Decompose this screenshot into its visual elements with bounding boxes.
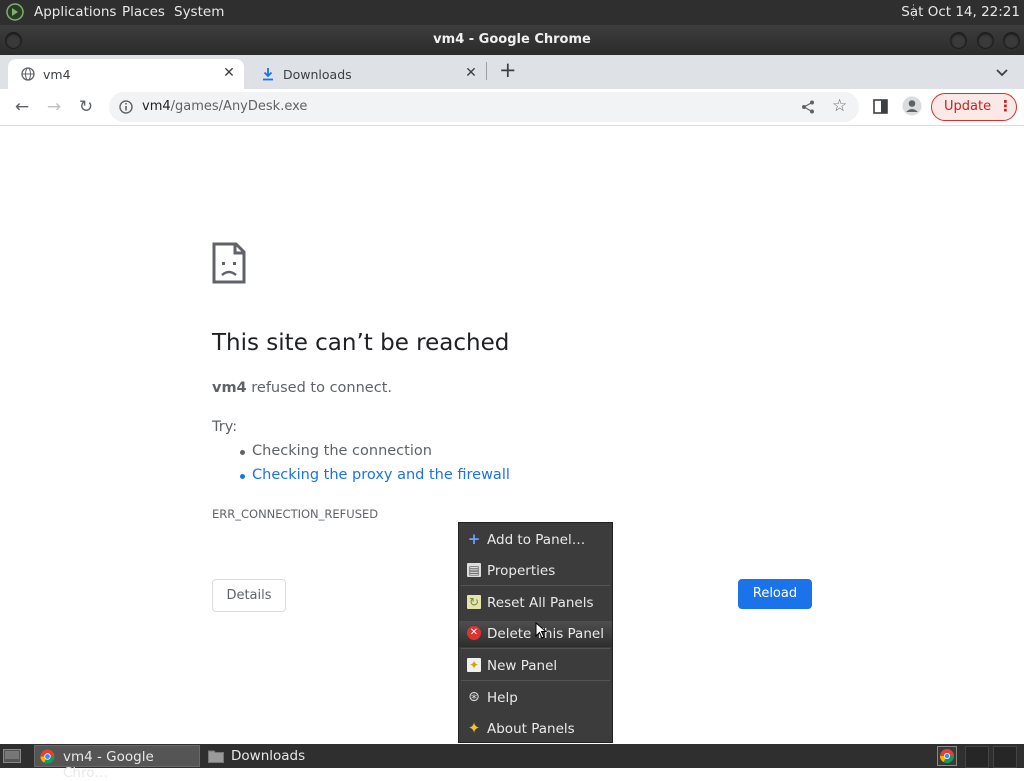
download-icon <box>263 68 273 81</box>
taskbar-item-label: Downloads <box>231 748 306 764</box>
delete-icon: ✕ <box>467 626 481 640</box>
properties-icon: ▤ <box>467 563 481 577</box>
taskbar-item-label: vm4 - Google Chro… <box>63 749 154 781</box>
forward-icon[interactable]: → <box>42 95 66 119</box>
taskbar-item-chrome[interactable]: vm4 - Google Chro… <box>34 745 200 781</box>
close-tab-icon[interactable]: ✕ <box>462 64 480 82</box>
distro-logo-icon[interactable] <box>6 3 24 21</box>
bullet <box>240 450 245 455</box>
menu-item-help[interactable]: ⊛ Help <box>459 685 612 711</box>
bottom-panel: vm4 - Google Chro… Downloads <box>0 744 1024 781</box>
suggestion-text: Checking the connection <box>252 443 432 459</box>
menu-separator <box>461 585 610 586</box>
tab-downloads[interactable]: Downloads ✕ <box>250 59 486 89</box>
bookmark-star-icon[interactable]: ☆ <box>832 96 847 116</box>
menu-item-label: Help <box>487 690 518 706</box>
taskbar-item-downloads[interactable]: Downloads <box>204 745 364 767</box>
help-icon: ⊛ <box>468 689 480 705</box>
close-window-button[interactable] <box>1003 32 1020 49</box>
address-bar[interactable]: vm4/games/AnyDesk.exe ☆ <box>109 92 859 122</box>
tab-divider <box>486 62 487 80</box>
error-code: ERR_CONNECTION_REFUSED <box>212 507 379 521</box>
menu-system[interactable]: System <box>174 4 224 20</box>
share-icon[interactable] <box>801 100 815 114</box>
menu-item-new-panel[interactable]: ✦ New Panel <box>459 653 612 679</box>
tab-label: Downloads <box>283 67 352 82</box>
menu-item-label: About Panels <box>487 721 575 737</box>
maximize-button[interactable] <box>977 32 994 49</box>
menu-item-label: Reset All Panels <box>487 595 594 611</box>
url-path: /games/AnyDesk.exe <box>170 99 308 114</box>
new-tab-icon[interactable]: + <box>499 58 517 82</box>
tab-search-chevron-icon[interactable] <box>995 65 1009 79</box>
browser-toolbar: ← → ↻ vm4/games/AnyDesk.exe ☆ Update ⋮ <box>0 89 1024 126</box>
menu-item-label: Add to Panel… <box>487 532 586 548</box>
show-desktop-icon[interactable] <box>3 749 21 763</box>
menu-places[interactable]: Places <box>122 4 165 20</box>
url-text[interactable]: vm4/games/AnyDesk.exe <box>142 99 307 114</box>
menu-separator <box>461 648 610 649</box>
menu-item-properties[interactable]: ▤ Properties <box>459 558 612 584</box>
minimize-button[interactable] <box>950 32 967 49</box>
menu-separator <box>461 680 610 681</box>
update-button[interactable]: Update ⋮ <box>931 93 1017 121</box>
menu-item-label: Properties <box>487 563 556 579</box>
url-host: vm4 <box>142 99 171 114</box>
bullet <box>240 474 245 479</box>
workspace-chrome-icon[interactable] <box>937 746 957 766</box>
error-title: This site can’t be reached <box>212 330 510 356</box>
suggestion-item: Checking the connection <box>240 443 470 463</box>
sad-page-icon <box>212 242 246 284</box>
menu-item-label: New Panel <box>487 658 558 674</box>
info-icon[interactable] <box>119 100 133 114</box>
update-label: Update <box>944 99 992 114</box>
menu-applications[interactable]: Applications <box>34 4 116 20</box>
menu-item-add-to-panel[interactable]: + Add to Panel… <box>459 527 612 553</box>
error-host: vm4 <box>212 380 247 396</box>
new-panel-icon: ✦ <box>467 658 481 672</box>
window-title: vm4 - Google Chrome <box>433 32 591 47</box>
close-tab-icon[interactable]: ✕ <box>220 64 238 82</box>
side-panel-icon[interactable] <box>873 99 888 114</box>
suggestion-item[interactable]: Checking the proxy and the firewall <box>240 467 510 487</box>
error-message: refused to connect. <box>246 380 392 396</box>
proxy-firewall-link[interactable]: Checking the proxy and the firewall <box>252 467 510 483</box>
tab-label: vm4 <box>43 67 71 82</box>
try-label: Try: <box>212 419 238 435</box>
menu-item-reset-all-panels[interactable]: ↻ Reset All Panels <box>459 590 612 616</box>
folder-icon <box>208 750 224 763</box>
top-panel: Applications Places System Sat Oct 14, 2… <box>0 0 1024 25</box>
clock[interactable]: Sat Oct 14, 22:21 <box>901 4 1020 20</box>
profile-avatar-icon[interactable] <box>902 96 922 116</box>
tab-strip: vm4 ✕ Downloads ✕ + <box>0 55 1024 89</box>
chrome-icon <box>40 749 55 764</box>
reset-icon: ↻ <box>467 595 481 609</box>
error-description: vm4 refused to connect. <box>212 380 392 396</box>
mouse-cursor-icon <box>535 622 547 639</box>
workspace-2[interactable] <box>965 746 989 768</box>
more-options-icon[interactable]: ⋮ <box>998 97 1013 115</box>
menu-item-about-panels[interactable]: ✦ About Panels <box>459 716 612 742</box>
reload-icon[interactable]: ↻ <box>74 95 98 119</box>
window-titlebar[interactable]: vm4 - Google Chrome <box>0 25 1024 55</box>
plus-icon: + <box>467 530 481 548</box>
reload-button[interactable]: Reload <box>738 579 812 609</box>
about-icon: ✦ <box>467 719 481 737</box>
tab-vm4[interactable]: vm4 ✕ <box>8 59 244 89</box>
details-button[interactable]: Details <box>212 579 286 612</box>
globe-icon <box>21 67 35 81</box>
workspace-3[interactable] <box>993 746 1017 768</box>
back-icon[interactable]: ← <box>10 95 34 119</box>
